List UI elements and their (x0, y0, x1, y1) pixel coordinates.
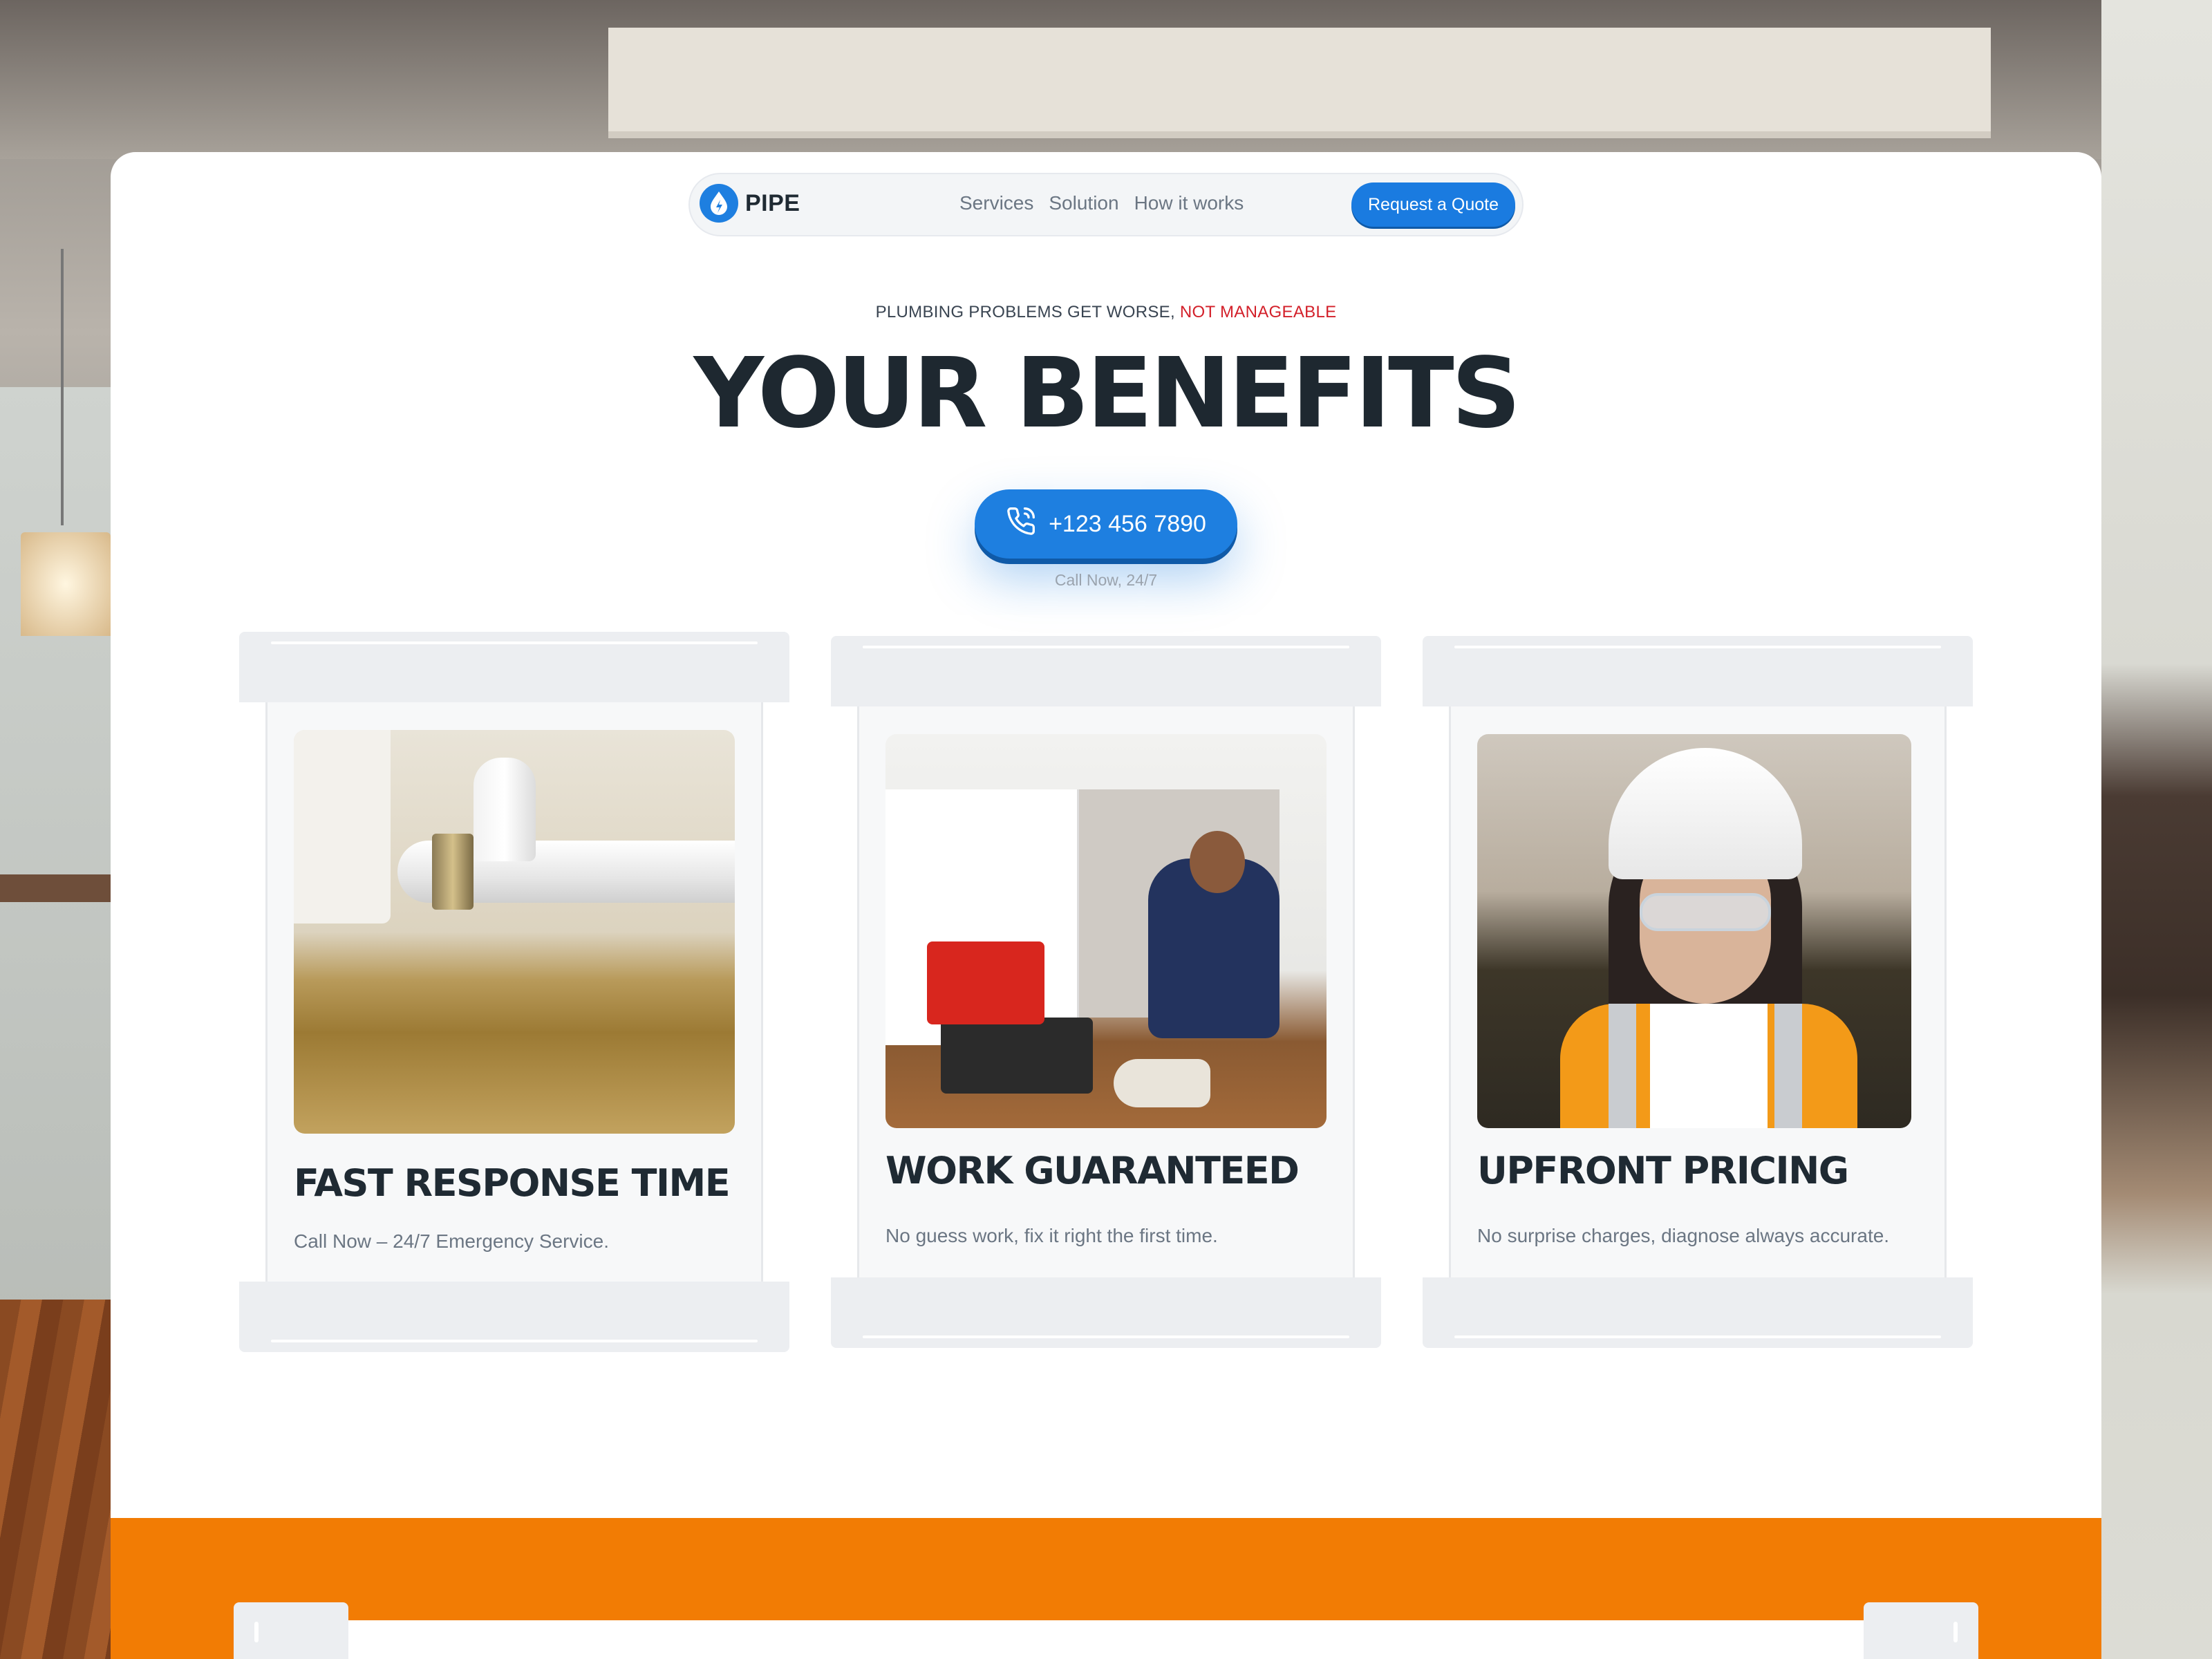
bg-crown-molding (608, 28, 1991, 138)
card-tab-top (831, 636, 1381, 706)
hero-title: YOUR BENEFITS (693, 337, 1521, 450)
card-tab-bottom (239, 1282, 789, 1352)
plumber-under-sink-photo (885, 734, 1327, 1128)
bg-pendant-lamp (21, 532, 111, 636)
bg-lamp-cord (61, 249, 64, 525)
hero-eyebrow-text: PLUMBING PROBLEMS GET WORSE, (875, 303, 1175, 321)
hero-eyebrow-accent: NOT MANAGEABLE (1179, 303, 1337, 321)
request-quote-button[interactable]: Request a Quote (1351, 182, 1515, 227)
benefit-description: No surprise charges, diagnose always acc… (1477, 1225, 1890, 1246)
benefit-card-fast-response: FAST RESPONSE TIME Call Now – 24/7 Emerg… (239, 632, 789, 1353)
leaking-pipe-photo (294, 730, 735, 1134)
benefit-title: UPFRONT PRICING (1477, 1149, 1849, 1192)
section-tick-left (254, 1622, 259, 1642)
card-body: FAST RESPONSE TIME Call Now – 24/7 Emerg… (265, 702, 763, 1282)
card-tab-top (239, 632, 789, 702)
call-phone-button[interactable]: +123 456 7890 (975, 489, 1237, 559)
nav-link-solution[interactable]: Solution (1049, 192, 1118, 214)
worker-hardhat-photo (1477, 734, 1911, 1128)
logo[interactable]: PIPE (700, 184, 800, 223)
phone-number: +123 456 7890 (1049, 510, 1206, 537)
page-card: PIPE Services Solution How it works Requ… (111, 152, 2101, 1659)
benefit-description: No guess work, fix it right the first ti… (885, 1225, 1218, 1246)
card-body: UPFRONT PRICING No surprise charges, dia… (1449, 706, 1947, 1277)
section-tick-right (1953, 1622, 1958, 1642)
section-sheet (348, 1620, 1864, 1659)
orange-section (111, 1518, 2101, 1659)
navbar: PIPE Services Solution How it works Requ… (688, 173, 1524, 236)
hero-eyebrow: PLUMBING PROBLEMS GET WORSE, NOT MANAGEA… (111, 303, 2101, 322)
section-tab-right (1864, 1602, 1978, 1659)
benefit-description: Call Now – 24/7 Emergency Service. (294, 1230, 609, 1252)
nav-links: Services Solution How it works (959, 192, 1244, 214)
nav-link-how-it-works[interactable]: How it works (1134, 192, 1244, 214)
nav-link-services[interactable]: Services (959, 192, 1033, 214)
card-tab-bottom (1423, 1277, 1973, 1348)
section-tab-left (234, 1602, 348, 1659)
call-note: Call Now, 24/7 (1054, 571, 1158, 589)
card-body: WORK GUARANTEED No guess work, fix it ri… (857, 706, 1355, 1277)
benefit-card-work-guaranteed: WORK GUARANTEED No guess work, fix it ri… (831, 636, 1381, 1348)
card-tab-top (1423, 636, 1973, 706)
benefit-title: FAST RESPONSE TIME (294, 1161, 731, 1205)
water-drop-icon (700, 184, 738, 223)
logo-text: PIPE (745, 189, 800, 216)
bg-countertop-left (0, 874, 114, 902)
card-tab-bottom (831, 1277, 1381, 1348)
benefit-card-upfront-pricing: UPFRONT PRICING No surprise charges, dia… (1423, 636, 1973, 1348)
benefit-title: WORK GUARANTEED (885, 1149, 1300, 1192)
phone-icon (1006, 506, 1036, 543)
bg-cabinet-right (2101, 0, 2212, 1659)
bg-wood-floor (0, 1300, 118, 1659)
